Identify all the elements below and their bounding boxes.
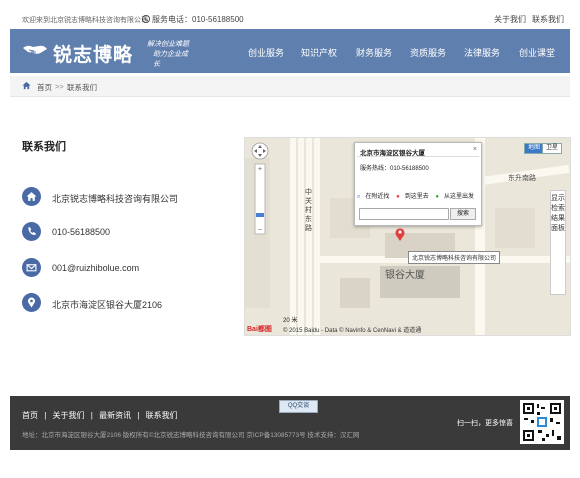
header: 锐志博略 解决创业难题 助力企业成长 创业服务 知识产权 财务服务 资质服务 法… xyxy=(10,29,570,73)
info-window-divider xyxy=(357,156,479,157)
footer-nav: 首页 | 关于我们 | 最新资讯 | 联系我们 xyxy=(22,410,182,421)
contact-company-text: 北京锐志博略科技咨询有限公司 xyxy=(52,194,179,204)
location-pin-icon xyxy=(22,293,41,312)
info-window-search-input[interactable] xyxy=(359,208,449,220)
page: 欢迎来到北京锐志博略科技咨询有限公司 服务电话：010-56188500 关于我… xyxy=(10,10,571,450)
footer: QQ交谈 首页 | 关于我们 | 最新资讯 | 联系我们 地址：北京市海淀区银谷… xyxy=(10,396,570,450)
footer-sep: | xyxy=(137,411,140,420)
destination-pin-icon: ● xyxy=(396,194,400,200)
breadcrumb-separator: >> xyxy=(55,82,64,91)
nav-item-finance[interactable]: 财务服务 xyxy=(356,46,392,59)
footer-sep: | xyxy=(90,411,93,420)
footer-link-about[interactable]: 关于我们 xyxy=(53,411,85,420)
contact-phone: 010-56188500 xyxy=(22,222,242,242)
logo-name: 锐志博略 xyxy=(53,44,134,66)
info-window-phone: 服务热线：010-56188500 xyxy=(360,166,429,172)
nav-item-ip[interactable]: 知识产权 xyxy=(301,46,337,59)
search-nearby-icon: ⌕ xyxy=(357,194,361,200)
map-label-yingu: 银谷大厦 xyxy=(385,270,425,281)
map-type-button[interactable]: 地图 xyxy=(524,143,545,154)
contact-phone-text: 010-56188500 xyxy=(52,227,111,237)
road-label-east: 东升南路 xyxy=(508,175,536,182)
footer-sep: | xyxy=(44,411,47,420)
results-panel-tab[interactable]: 显示检索结果面板 xyxy=(550,190,566,295)
breadcrumb: 首页 >> 联系我们 xyxy=(10,76,570,97)
contact-email-text[interactable]: 001@ruizhibolue.com xyxy=(52,263,139,273)
home-icon xyxy=(22,81,31,90)
contact-email: 001@ruizhibolue.com xyxy=(22,258,242,278)
info-window-search-button[interactable]: 搜索 xyxy=(450,208,476,220)
handshake-icon xyxy=(23,45,47,54)
phone-icon xyxy=(142,15,150,23)
contact-company: 北京锐志博略科技咨询有限公司 xyxy=(22,187,242,207)
qq-chat-button[interactable]: QQ交谈 xyxy=(279,400,318,413)
scan-prompt: 扫一扫，更多惊喜 xyxy=(457,420,513,427)
map-scale: 20 米 xyxy=(283,318,298,324)
info-window-close-button[interactable]: × xyxy=(473,146,477,153)
home-icon xyxy=(22,187,41,206)
breadcrumb-home[interactable]: 首页 xyxy=(37,82,52,93)
contact-title: 联系我们 xyxy=(22,141,66,153)
nav-item-legal[interactable]: 法律服务 xyxy=(464,46,500,59)
contact-address-text: 北京市海淀区银谷大厦2106 xyxy=(52,300,163,310)
phone-icon xyxy=(22,222,41,241)
start-here-link[interactable]: 从这里出发 xyxy=(444,194,474,200)
mail-icon xyxy=(22,258,41,277)
nav-item-startup[interactable]: 创业服务 xyxy=(248,46,284,59)
welcome-text: 欢迎来到北京锐志博略科技咨询有限公司 xyxy=(22,17,148,24)
top-links: 关于我们 联系我们 xyxy=(488,14,564,25)
nav-item-qualification[interactable]: 资质服务 xyxy=(410,46,446,59)
info-window-actions: ⌕ 在附近找 ● 到这里去 ● 从这里出发 xyxy=(357,191,479,201)
origin-pin-icon: ● xyxy=(435,194,439,200)
footer-link-contact[interactable]: 联系我们 xyxy=(146,411,178,420)
qr-code-icon xyxy=(520,400,564,444)
logo[interactable]: 锐志博略 解决创业难题 助力企业成长 xyxy=(22,38,192,68)
top-link-contact[interactable]: 联系我们 xyxy=(532,15,564,24)
search-nearby-link[interactable]: 在附近找 xyxy=(365,194,389,200)
top-bar: 欢迎来到北京锐志博略科技咨询有限公司 服务电话：010-56188500 关于我… xyxy=(10,10,570,28)
contact-address: 北京市海淀区银谷大厦2106 xyxy=(22,293,242,313)
footer-link-home[interactable]: 首页 xyxy=(22,411,38,420)
service-phone: 服务电话：010-56188500 xyxy=(142,14,244,25)
svg-text:−: − xyxy=(258,227,262,234)
road-label-zgc: 中关村东路 xyxy=(305,189,312,232)
svg-text:+: + xyxy=(258,166,262,173)
map-copyright: © 2015 Baidu - Data © Navinfo & CenNavi … xyxy=(283,328,422,334)
service-phone-text: 服务电话：010-56188500 xyxy=(152,15,244,24)
footer-address: 地址：北京市海淀区银谷大厦2106 版权所有©北京锐志博略科技咨询有限公司 京I… xyxy=(22,432,360,439)
footer-link-news[interactable]: 最新资讯 xyxy=(99,411,131,420)
satellite-type-button[interactable]: 卫星 xyxy=(542,143,563,154)
baidu-logo: Bai都图 xyxy=(247,326,272,333)
go-here-link[interactable]: 到这里去 xyxy=(405,194,429,200)
breadcrumb-current: 联系我们 xyxy=(67,83,97,92)
map-address-label: 北京锐志博略科技咨询有限公司 xyxy=(408,251,501,264)
map-info-window: 北京市海淀区银谷大厦 × 服务热线：010-56188500 ⌕ 在附近找 ● 到这… xyxy=(354,142,482,226)
top-link-about[interactable]: 关于我们 xyxy=(494,15,526,24)
nav-item-class[interactable]: 创业课堂 xyxy=(519,46,555,59)
baidu-map[interactable]: + − 北京市海淀区银谷大厦 × 服务热线：010-56188500 ⌕ 在附近找… xyxy=(244,137,571,336)
logo-slogan: 解决创业难题 助力企业成长 xyxy=(147,40,192,70)
slogan-line-1: 解决创业难题 xyxy=(147,41,189,48)
slogan-line-2: 助力企业成长 xyxy=(153,51,188,68)
